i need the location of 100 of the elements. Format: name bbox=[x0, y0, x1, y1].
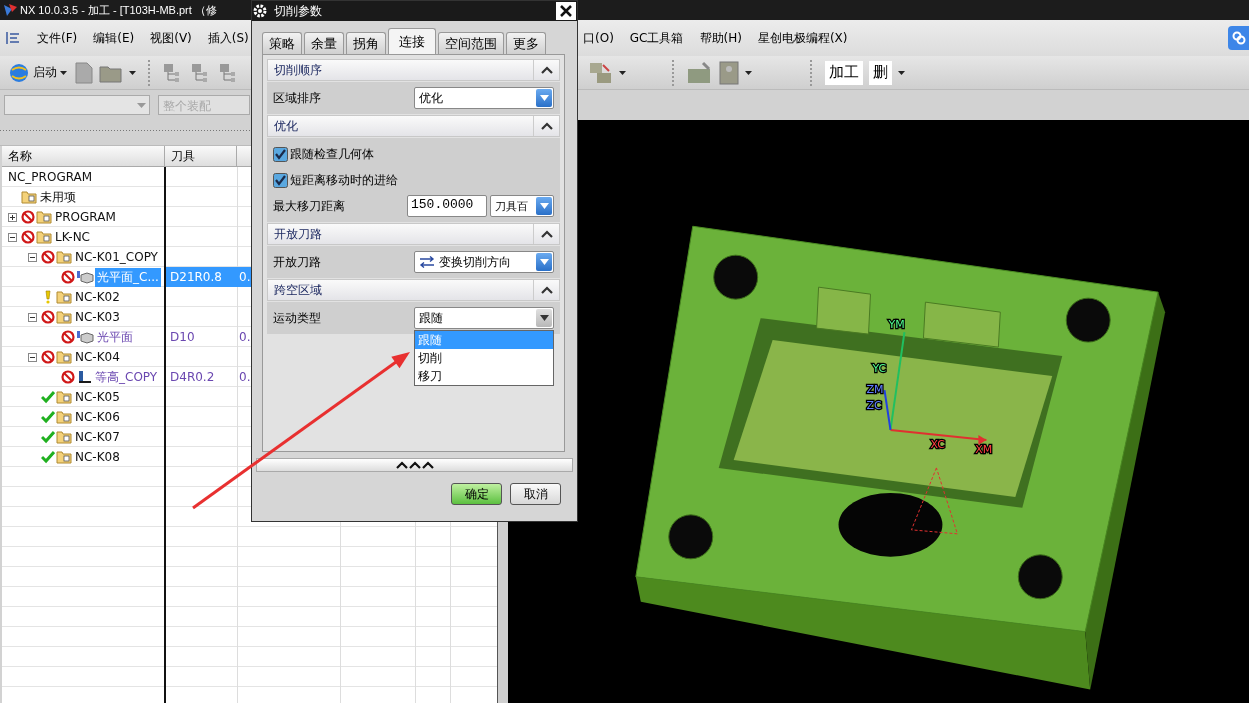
menu-item[interactable]: 星创电极编程(X) bbox=[757, 28, 848, 48]
section-header[interactable]: 开放刀路 bbox=[267, 223, 560, 245]
tree-item[interactable]: LK-NC bbox=[53, 229, 92, 245]
dialog-title: 切削参数 bbox=[274, 2, 323, 20]
globe-icon bbox=[8, 61, 30, 84]
field-label: 运动类型 bbox=[273, 309, 321, 327]
menu-bar-icon bbox=[5, 30, 21, 46]
dropdown-option[interactable]: 切削 bbox=[415, 349, 553, 367]
section-title: 跨空区域 bbox=[274, 281, 322, 299]
checkbox-label: 跟随检查几何体 bbox=[290, 145, 374, 163]
folder-icon bbox=[56, 410, 72, 424]
triple-chevron-icon bbox=[394, 461, 435, 469]
tree-item[interactable]: NC-K07 bbox=[73, 429, 122, 445]
table-cell: 0. bbox=[238, 267, 252, 287]
app-logo-icon bbox=[3, 2, 18, 18]
tree-item[interactable]: NC-K02 bbox=[73, 289, 122, 305]
collapse-icon[interactable] bbox=[8, 232, 17, 242]
link-button[interactable] bbox=[1228, 26, 1249, 50]
caret-icon bbox=[539, 259, 549, 265]
axis-label: ZM bbox=[866, 383, 884, 396]
folder-icon bbox=[56, 390, 72, 404]
checkbox-label: 短距离移动时的进给 bbox=[290, 171, 398, 189]
tree-item[interactable]: 未用项 bbox=[38, 187, 78, 207]
tree-item[interactable]: 等高_COPY bbox=[93, 367, 160, 387]
section-header[interactable]: 切削顺序 bbox=[267, 59, 560, 81]
menu-item[interactable]: 编辑(E) bbox=[93, 28, 135, 48]
axis-label: YM bbox=[888, 318, 905, 332]
menu-item[interactable]: 帮助(H) bbox=[699, 28, 742, 48]
menu-item[interactable]: GC工具箱 bbox=[629, 28, 684, 48]
folder-icon bbox=[56, 350, 72, 364]
tool-path-drawing bbox=[910, 467, 958, 535]
unit-dropdown[interactable]: 刀具百 bbox=[490, 195, 554, 217]
tree-item[interactable]: NC-K04 bbox=[73, 349, 122, 365]
caret-icon bbox=[539, 203, 549, 209]
tree-item[interactable]: PROGRAM bbox=[53, 209, 118, 225]
tab[interactable]: 拐角 bbox=[346, 32, 386, 54]
close-button[interactable] bbox=[556, 2, 576, 20]
tab[interactable]: 空间范围 bbox=[438, 32, 504, 54]
menu-item[interactable]: 口(O) bbox=[583, 28, 614, 48]
tab[interactable]: 余量 bbox=[304, 32, 344, 54]
caret-icon bbox=[539, 315, 549, 321]
caret-icon bbox=[619, 70, 626, 75]
table-cell: D21R0.8 bbox=[166, 267, 238, 287]
ok-button[interactable]: 确定 bbox=[451, 483, 502, 505]
caret-icon bbox=[129, 70, 136, 75]
field-label: 区域排序 bbox=[273, 89, 321, 107]
caret-icon bbox=[898, 70, 905, 75]
table-cell-text: D4R0.2 bbox=[169, 369, 216, 386]
collapse-icon[interactable] bbox=[28, 352, 37, 362]
field-label: 开放刀路 bbox=[273, 253, 321, 271]
tab[interactable]: 更多 bbox=[506, 32, 546, 54]
tree-item[interactable]: NC-K05 bbox=[73, 389, 122, 405]
start-button[interactable]: 启动 bbox=[6, 59, 69, 86]
toolbar-button[interactable]: 加工 bbox=[825, 60, 863, 85]
dropdown[interactable]: 变换切削方向 bbox=[414, 251, 554, 273]
table-cell-text: D10 bbox=[169, 329, 196, 346]
folder-icon bbox=[56, 250, 72, 264]
folder-icon bbox=[36, 210, 52, 224]
caret-icon bbox=[745, 70, 752, 75]
menu-item[interactable]: 插入(S) bbox=[207, 28, 249, 48]
expand-icon[interactable] bbox=[8, 212, 17, 222]
link-icon bbox=[1231, 31, 1246, 45]
dropdown-option[interactable]: 移刀 bbox=[415, 367, 553, 385]
collapse-icon[interactable] bbox=[28, 312, 37, 322]
close-icon bbox=[560, 5, 572, 17]
dropdown[interactable]: 优化 bbox=[414, 87, 554, 109]
cancel-button[interactable]: 取消 bbox=[510, 483, 561, 505]
menu-item[interactable]: 视图(V) bbox=[150, 28, 192, 48]
tab[interactable]: 连接 bbox=[388, 28, 436, 54]
sheet-icon[interactable] bbox=[719, 60, 739, 85]
expand-all-button[interactable] bbox=[256, 458, 573, 472]
operation-icon[interactable] bbox=[589, 60, 613, 85]
axis-label: YC bbox=[872, 362, 887, 376]
window-title: NX 10.0.3.5 - 加工 - [T103H-MB.prt （修 bbox=[20, 2, 217, 18]
folder-icon bbox=[56, 450, 72, 464]
section-title: 切削顺序 bbox=[274, 61, 322, 79]
tree-item[interactable]: NC-K08 bbox=[73, 449, 122, 465]
checkbox[interactable] bbox=[273, 172, 288, 188]
tree-item[interactable]: NC-K01_COPY bbox=[73, 249, 160, 265]
axis-label: ZC bbox=[866, 399, 882, 412]
cube-stack-icon bbox=[76, 330, 94, 344]
caret-icon bbox=[60, 70, 67, 75]
column-header[interactable]: 刀具 bbox=[165, 146, 237, 167]
tab[interactable]: 策略 bbox=[262, 32, 302, 54]
folder-icon bbox=[56, 310, 72, 324]
tree-item[interactable]: 光平面 bbox=[95, 327, 135, 347]
collapse-icon[interactable] bbox=[28, 252, 37, 262]
tree-item[interactable]: NC_PROGRAM bbox=[6, 169, 95, 185]
section-header[interactable]: 跨空区域 bbox=[267, 279, 560, 301]
tree-item[interactable]: NC-K03 bbox=[73, 309, 122, 325]
folder-icon bbox=[36, 230, 52, 244]
column-header[interactable]: 名称 bbox=[2, 146, 165, 167]
section-header[interactable]: 优化 bbox=[267, 115, 560, 137]
menu-item[interactable]: 文件(F) bbox=[37, 28, 78, 48]
toolbar-button[interactable]: 删 bbox=[869, 60, 892, 85]
table-cell-text: 0. bbox=[238, 329, 252, 346]
machine-icon[interactable] bbox=[687, 60, 713, 85]
checkbox[interactable] bbox=[273, 146, 288, 162]
tree-item[interactable]: NC-K06 bbox=[73, 409, 122, 425]
number-field[interactable]: 150.0000 bbox=[407, 195, 487, 217]
